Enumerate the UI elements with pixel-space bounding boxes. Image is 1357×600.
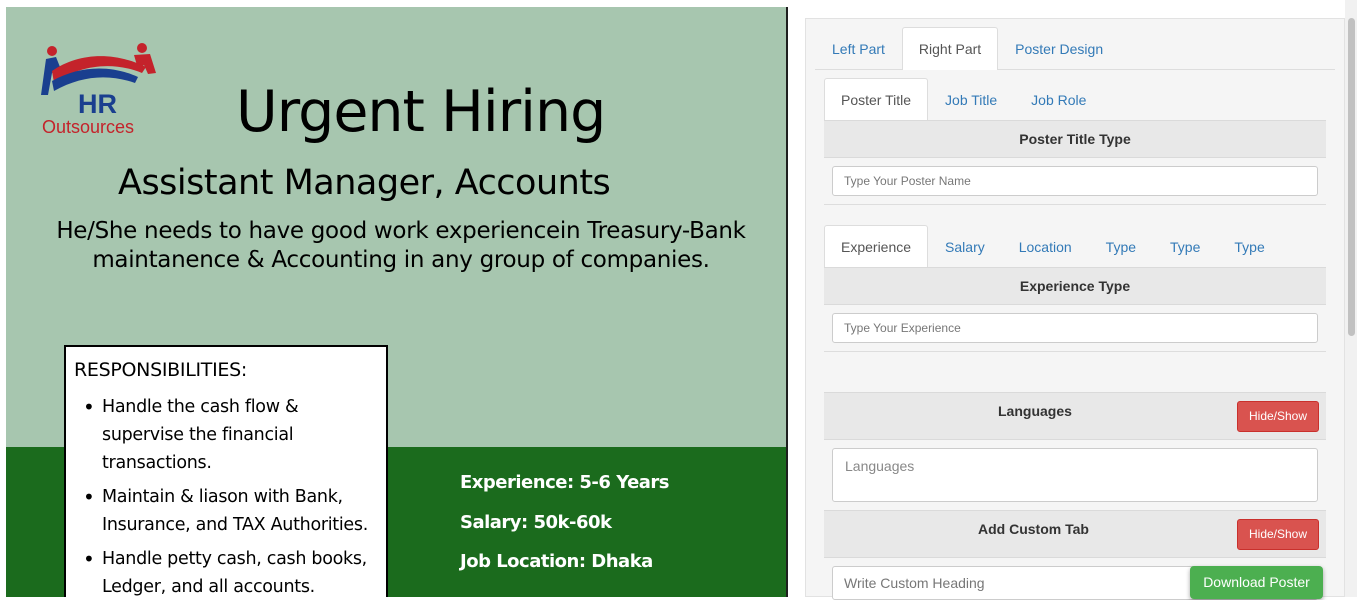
tab-experience[interactable]: Experience <box>824 225 929 268</box>
tab-poster-design[interactable]: Poster Design <box>998 27 1120 69</box>
tab-right-part[interactable]: Right Part <box>901 27 999 70</box>
tab-job-title[interactable]: Job Title <box>928 78 1014 120</box>
poster-experience: Experience: 5-6 Years <box>460 472 670 493</box>
title-tabs: Poster Title Job Title Job Role <box>824 78 1326 121</box>
poster-job-description: He/She needs to have good work experienc… <box>56 218 746 273</box>
languages-textarea[interactable] <box>832 448 1318 502</box>
responsibilities-title: RESPONSIBILITIES: <box>74 359 247 381</box>
details-tabs: Experience Salary Location Type Type Typ… <box>824 225 1326 268</box>
hr-outsources-logo: HR Outsources <box>38 43 162 139</box>
poster-job-title: Assistant Manager, Accounts <box>118 163 611 203</box>
poster-title-type-heading: Poster Title Type <box>824 120 1326 158</box>
languages-hide-show-button[interactable]: Hide/Show <box>1237 401 1319 432</box>
download-poster-button[interactable]: Download Poster <box>1190 566 1323 599</box>
logo-hr-text: HR <box>78 89 117 119</box>
poster-preview: HR Outsources Urgent Hiring Assistant Ma… <box>6 7 786 597</box>
poster-title: Urgent Hiring <box>236 79 606 145</box>
main-tabs: Left Part Right Part Poster Design <box>815 27 1335 70</box>
section-divider <box>824 204 1326 205</box>
tab-poster-title[interactable]: Poster Title <box>824 78 929 121</box>
scrollbar-thumb[interactable] <box>1348 18 1355 336</box>
tab-type-3[interactable]: Type <box>1217 225 1281 267</box>
responsibility-item: Handle petty cash, cash books, Ledger, a… <box>74 545 378 597</box>
tab-location[interactable]: Location <box>1002 225 1089 267</box>
tab-type-1[interactable]: Type <box>1089 225 1153 267</box>
poster-salary: Salary: 50k-60k <box>460 512 612 533</box>
tab-type-2[interactable]: Type <box>1153 225 1217 267</box>
tab-left-part[interactable]: Left Part <box>815 27 902 69</box>
responsibilities-list: Handle the cash flow & supervise the fin… <box>74 393 378 597</box>
poster-name-input[interactable] <box>832 166 1318 196</box>
custom-tab-hide-show-button[interactable]: Hide/Show <box>1237 519 1319 550</box>
tab-job-role[interactable]: Job Role <box>1014 78 1103 120</box>
experience-type-heading: Experience Type <box>824 267 1326 305</box>
responsibility-item: Handle the cash flow & supervise the fin… <box>74 393 378 477</box>
experience-input[interactable] <box>832 313 1318 343</box>
logo-outsources-text: Outsources <box>42 117 135 137</box>
section-divider <box>824 351 1326 352</box>
responsibilities-box: RESPONSIBILITIES: Handle the cash flow &… <box>64 345 388 597</box>
poster-location: Job Location: Dhaka <box>460 551 653 572</box>
tab-salary[interactable]: Salary <box>928 225 1002 267</box>
responsibility-item: Maintain & liason with Bank, Insurance, … <box>74 483 378 539</box>
